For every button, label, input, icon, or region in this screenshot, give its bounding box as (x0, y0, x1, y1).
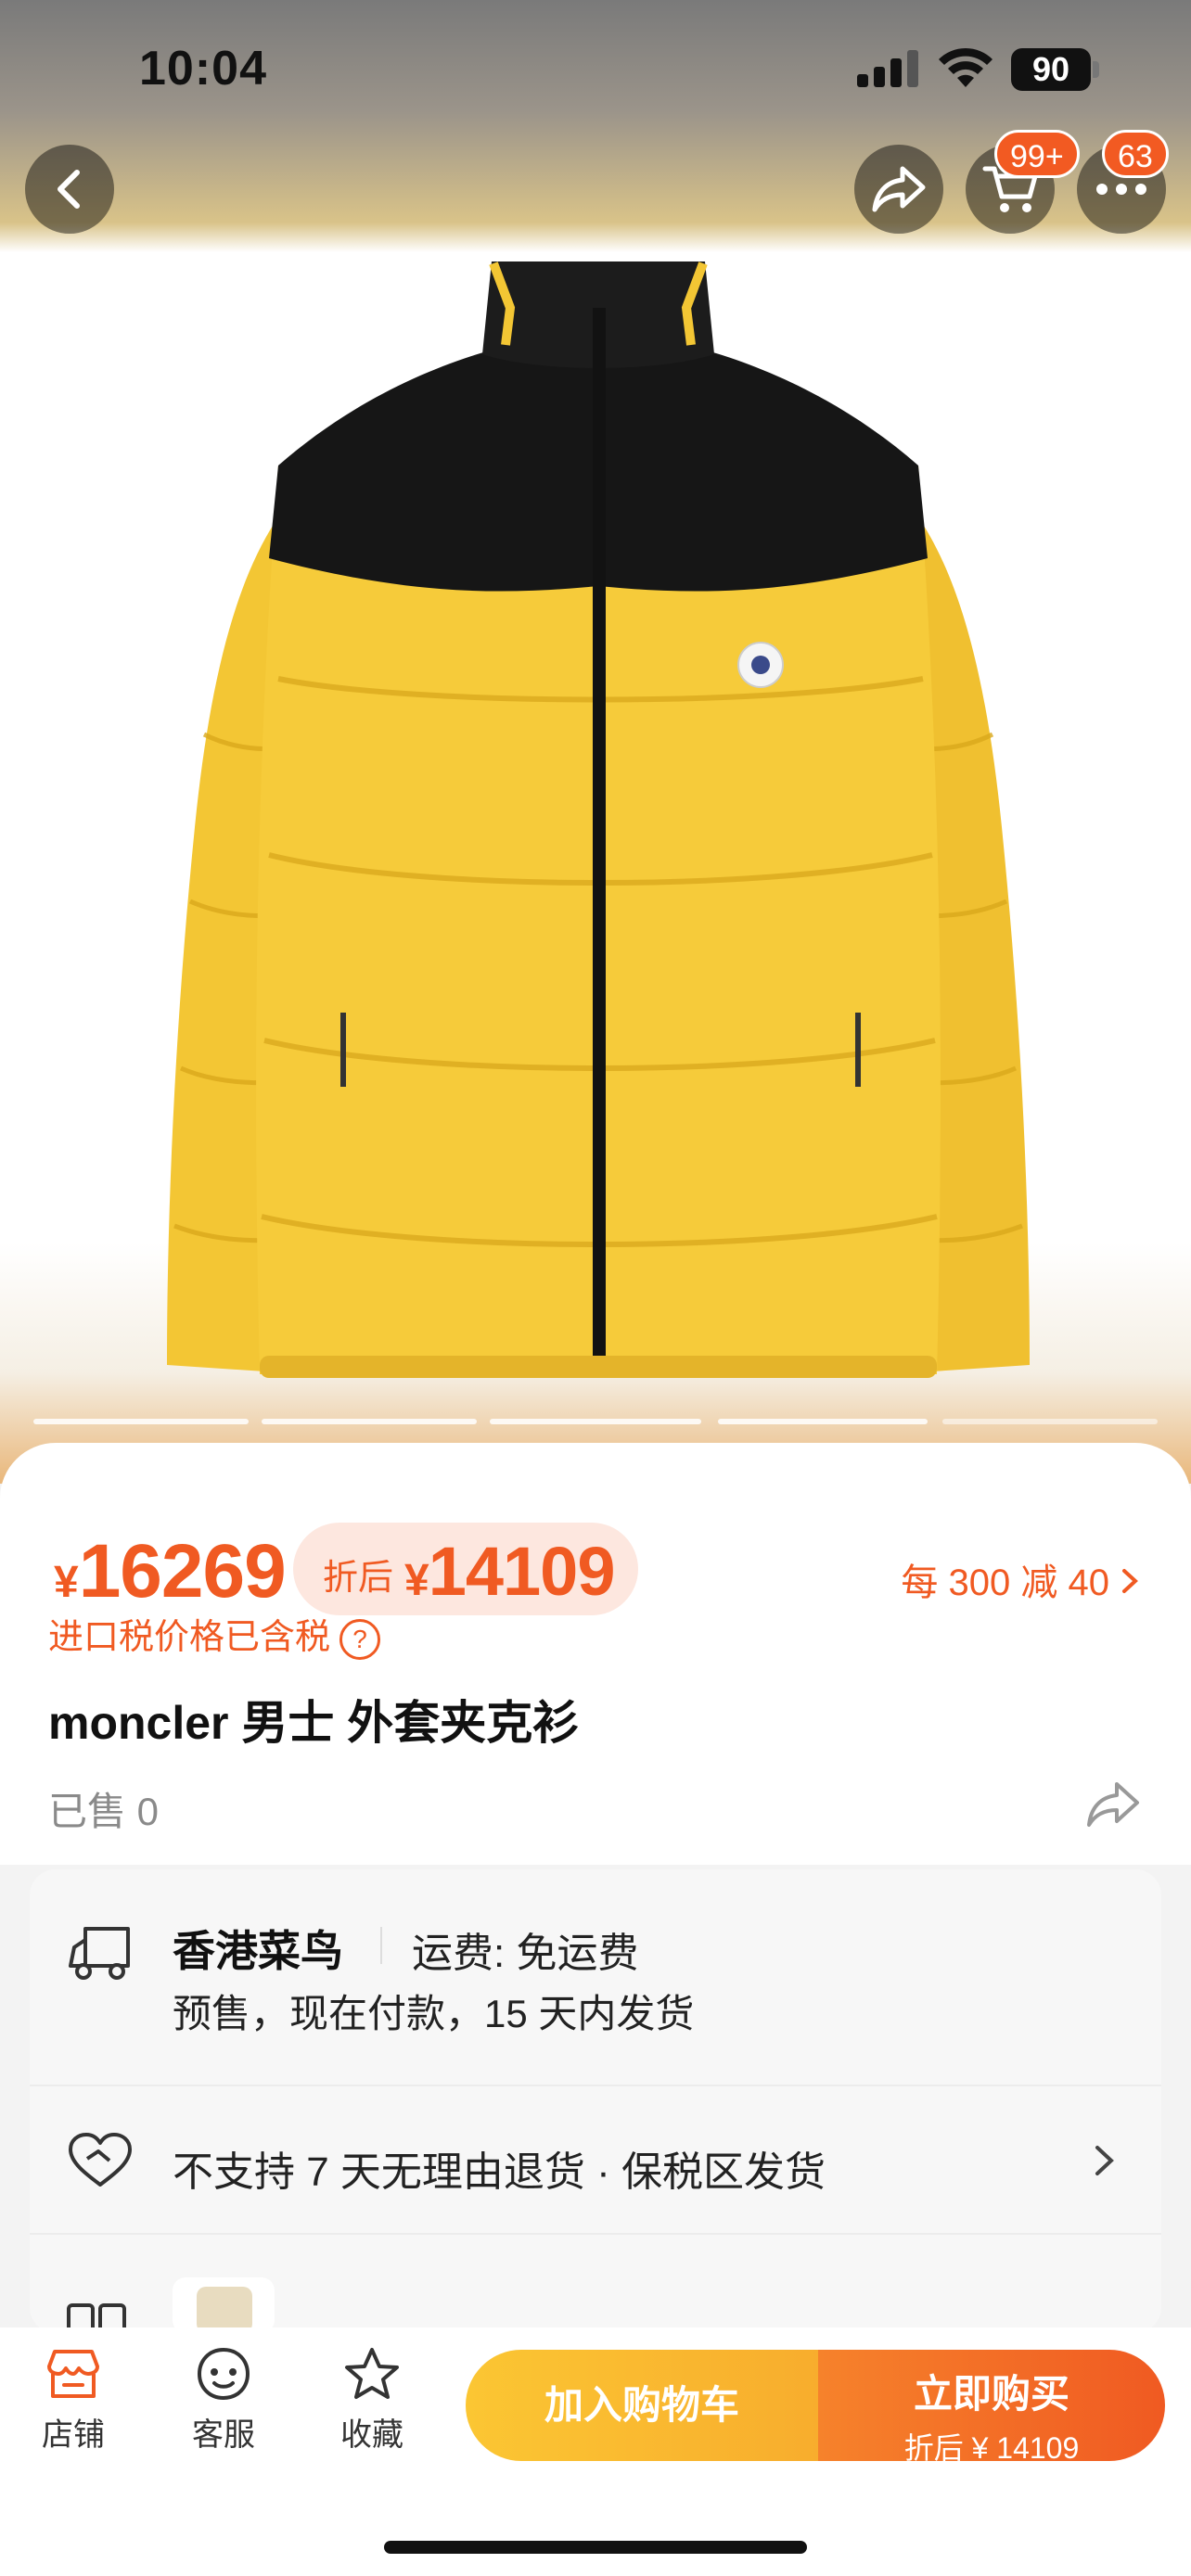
tax-note-text: 进口税价格已含税 (48, 1618, 331, 1657)
freight-info: 运费: 免运费 (412, 1931, 639, 1976)
original-price: ¥16269 (54, 1528, 287, 1615)
customer-service-icon (197, 2347, 250, 2401)
home-indicator[interactable] (384, 2541, 807, 2554)
price-currency: ¥ (54, 1558, 79, 1607)
share-icon[interactable] (1085, 1780, 1141, 1829)
partial-row-icons (67, 2277, 275, 2333)
product-title: moncler 男士 外套夹克衫 (48, 1697, 580, 1749)
divider (30, 2085, 1161, 2086)
promo-text: 每 300 减 40 (901, 1562, 1109, 1603)
buy-now-price: 折后 ¥ 14109 (903, 2431, 1080, 2465)
divider (30, 2233, 1161, 2235)
wifi-icon (939, 47, 992, 87)
battery-tip (1093, 61, 1099, 78)
share-button[interactable] (854, 145, 943, 234)
carousel-dot[interactable] (33, 1419, 249, 1424)
buy-now-label: 立即购买 (913, 2372, 1069, 2416)
discount-currency: ¥ (404, 1556, 429, 1605)
battery-level: 90 (1011, 48, 1091, 91)
status-bar: 10:04 90 (0, 0, 1191, 139)
price-value: 16269 (78, 1529, 287, 1613)
delivery-card: 香港菜鸟 运费: 免运费 预售，现在付款，15 天内发货 不支持 7 天无理由退… (30, 1869, 1161, 2333)
help-icon[interactable]: ? (339, 1618, 381, 1660)
sold-count: 已售 0 (48, 1790, 160, 1833)
tab-store-label: 店铺 (42, 2417, 105, 2453)
share-icon (872, 166, 926, 212)
add-to-cart-button[interactable]: 加入购物车 (466, 2350, 818, 2461)
carousel-dot[interactable] (490, 1419, 701, 1424)
tab-store[interactable]: 店铺 (22, 2346, 124, 2485)
status-time: 10:04 (139, 42, 267, 96)
tab-service-label: 客服 (192, 2417, 255, 2453)
carousel-dot[interactable] (718, 1419, 928, 1424)
cart-count-badge: 99+ (994, 130, 1080, 178)
heart-icon (69, 2133, 132, 2187)
more-dots-icon (1096, 184, 1146, 195)
cellular-signal-icon (857, 50, 918, 87)
store-icon (47, 2350, 99, 2398)
promo-link[interactable]: 每 300 减 40 (901, 1552, 1139, 1606)
presale-info: 预售，现在付款，15 天内发货 (173, 1992, 695, 2035)
return-policy: 不支持 7 天无理由退货 · 保税区发货 (173, 2149, 826, 2195)
tab-favorite-label: 收藏 (340, 2417, 403, 2453)
star-icon (345, 2348, 399, 2399)
chevron-right-icon (1122, 1569, 1138, 1593)
product-info-card: ¥16269 折后 ¥14109 每 300 减 40 进口税价格已含税? mo… (0, 1443, 1191, 1865)
ship-from: 香港菜鸟 (173, 1927, 343, 1975)
bottom-action-bar: 店铺 客服 收藏 加入购物车 立即购买 折后 ¥ 14109 (0, 2327, 1191, 2576)
product-image[interactable] (139, 252, 1057, 1430)
back-button[interactable] (25, 145, 114, 234)
image-carousel-indicator[interactable] (33, 1419, 1158, 1426)
tax-note[interactable]: 进口税价格已含税? (48, 1608, 381, 1660)
tab-customer-service[interactable]: 客服 (173, 2346, 275, 2485)
battery-icon: 90 (1011, 48, 1100, 91)
carousel-dot[interactable] (942, 1419, 1158, 1424)
hero-area: 10:04 90 99+ 63 (0, 0, 1191, 1484)
chevron-right-icon (1095, 2146, 1114, 2175)
carousel-dot[interactable] (262, 1419, 477, 1424)
chevron-left-icon (58, 170, 80, 209)
buy-now-button[interactable]: 立即购买 折后 ¥ 14109 (818, 2350, 1165, 2465)
discount-value: 14109 (428, 1533, 616, 1610)
truck-icon (69, 1927, 130, 1980)
discount-price-pill: 折后 ¥14109 (293, 1523, 638, 1615)
message-count-badge: 63 (1102, 130, 1169, 178)
divider (380, 1927, 382, 1964)
discount-price: ¥14109 (404, 1532, 616, 1611)
discount-label: 折后 (323, 1559, 394, 1598)
tab-favorite[interactable]: 收藏 (321, 2346, 423, 2485)
